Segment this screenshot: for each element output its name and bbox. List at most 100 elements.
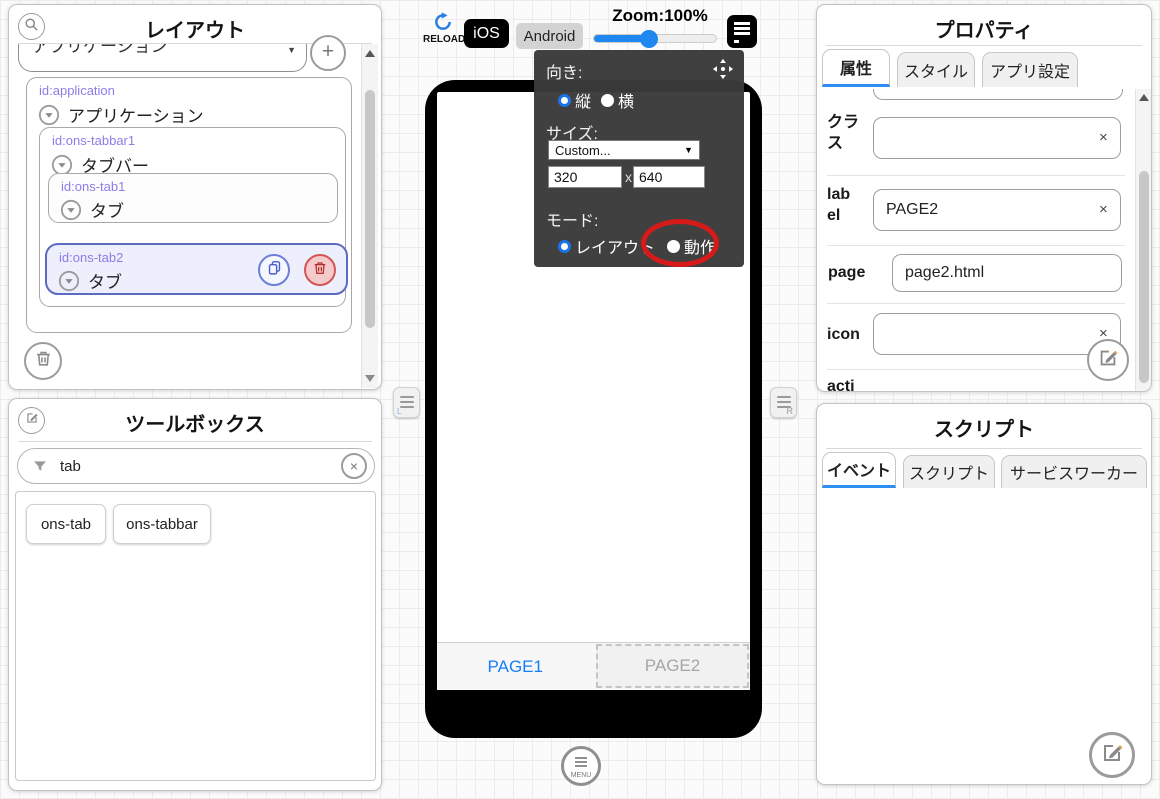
preview-tab-label: PAGE1 [487,656,543,676]
tab-script[interactable]: スクリプト [903,455,995,488]
trash-icon [34,349,53,373]
tab-service-worker[interactable]: サービスワーカー [1001,455,1147,488]
clear-field-icon[interactable]: × [1099,201,1108,218]
size-preset-select[interactable]: Custom... ▼ [548,140,700,160]
orientation-radio-group: 縦 横 [558,88,634,112]
partial-field-input[interactable] [873,89,1123,100]
layout-scrollbar-thumb[interactable] [365,90,375,328]
portrait-radio[interactable] [558,93,571,107]
toolbox-item-ons-tabbar[interactable]: ons-tabbar [113,504,211,544]
edit-icon [1100,741,1124,770]
tab-label: イベント [826,463,891,480]
tab-attributes[interactable]: 属性 [822,49,890,87]
orientation-label: 向き: [546,65,583,82]
tab-events[interactable]: イベント [822,452,896,488]
scroll-up-icon[interactable] [365,50,375,57]
zoom-slider-thumb[interactable] [640,30,658,48]
device-height-input[interactable] [633,166,705,188]
device-width-input[interactable] [548,166,622,188]
properties-edit-button[interactable] [1087,339,1129,381]
device-settings-toggle-button[interactable] [727,15,757,48]
toolbox-panel: ツールボックス × ons-tab ons-tabbar [8,398,382,791]
menu-fab-button[interactable]: MENU [561,746,601,786]
left-panel-handle[interactable]: L [393,387,420,418]
mode-layout-radio[interactable] [558,239,571,253]
trash-icon [312,260,328,281]
clear-search-button[interactable]: × [341,453,367,479]
ios-toggle-button[interactable]: iOS [464,19,509,48]
field-label-label: label [827,186,851,224]
scroll-down-icon[interactable] [365,375,375,382]
tree-node-id: id:ons-tab2 [59,250,124,265]
field-label-partial: acti [827,378,855,391]
field-label-class: クラス [827,114,860,152]
reload-button[interactable]: RELOAD [423,12,465,50]
field-label-page: page [828,264,866,281]
toolbox-item-label: ons-tab [40,515,92,533]
layout-delete-dropzone-button[interactable] [24,342,62,380]
chevron-down-icon: ▼ [684,145,693,155]
tree-node-tab1[interactable]: id:ons-tab1 タブ [48,173,338,223]
field-input-page[interactable] [892,254,1122,292]
ios-toggle-label: iOS [473,24,500,42]
plus-icon: + [321,40,335,63]
toolbox-items-area: ons-tab ons-tabbar [15,491,376,781]
field-label-icon: icon [827,326,860,343]
layout-scrollbar[interactable] [361,44,378,388]
menu-fab-label: MENU [570,772,592,779]
script-edit-button[interactable] [1089,732,1135,778]
field-input-label[interactable] [873,189,1121,231]
zoom-level-label: Zoom:100% [612,6,708,25]
clear-field-icon[interactable]: × [1099,129,1108,146]
android-toggle-label: Android [523,27,576,45]
tree-node-id: id:ons-tab1 [61,179,126,194]
edit-icon [1097,347,1119,374]
zoom-slider[interactable] [593,30,717,48]
divider [18,441,372,442]
script-panel-title: スクリプト [934,419,1034,441]
tree-node-label: タブ [90,202,124,221]
properties-panel: プロパティ 属性 スタイル アプリ設定 クラス × label × page i… [816,4,1152,392]
tab-label: サービスワーカー [1009,466,1138,483]
tree-node-id: id:application [39,83,115,98]
tree-node-label: アプリケーション [68,107,204,126]
right-panel-handle[interactable]: R [770,387,797,418]
chevron-down-icon: ▼ [287,45,296,55]
preview-tab-page1[interactable]: PAGE1 [437,643,594,690]
tab-app-settings[interactable]: アプリ設定 [982,52,1078,87]
preview-tab-label: PAGE2 [644,656,701,675]
delete-node-button[interactable] [304,254,336,286]
tab-label: スクリプト [908,466,989,483]
duplicate-node-button[interactable] [258,254,290,286]
parent-node-select[interactable]: アプリケーション ▼ [18,44,307,72]
divider [827,369,1125,370]
toolbox-search-box[interactable]: × [17,448,375,484]
toolbox-item-ons-tab[interactable]: ons-tab [26,504,106,544]
handle-r-mark: R [786,406,794,416]
properties-panel-title: プロパティ [934,20,1034,42]
size-separator: x [625,169,632,185]
add-node-button[interactable]: + [310,35,346,71]
chevron-down-circle-icon[interactable] [58,270,80,292]
monaca-ui-builder: レイアウト アプリケーション ▼ + id:application アプリケーシ… [0,0,1160,799]
chevron-down-circle-icon[interactable] [60,199,82,221]
chevron-down-circle-icon[interactable] [38,104,60,126]
scroll-up-icon[interactable] [1139,94,1149,101]
annotation-red-circle [641,219,719,267]
field-input-class[interactable] [873,117,1121,159]
move-handle-icon[interactable] [712,58,734,85]
field-input-icon[interactable] [873,313,1121,355]
tree-node-tab2-selected[interactable]: id:ons-tab2 タブ [45,243,348,295]
parent-node-select-value: アプリケーション [32,44,168,56]
divider [827,245,1125,246]
landscape-radio[interactable] [601,93,615,107]
toolbox-panel-title: ツールボックス [125,414,265,436]
properties-scrollbar[interactable] [1135,89,1151,391]
properties-scrollbar-thumb[interactable] [1139,171,1149,383]
divider [826,45,1142,46]
close-icon: × [349,458,359,474]
android-toggle-button[interactable]: Android [516,23,583,49]
preview-tab-page2-selected[interactable]: PAGE2 [596,644,749,688]
toolbox-search-input[interactable] [58,453,312,480]
tab-style[interactable]: スタイル [897,52,975,87]
